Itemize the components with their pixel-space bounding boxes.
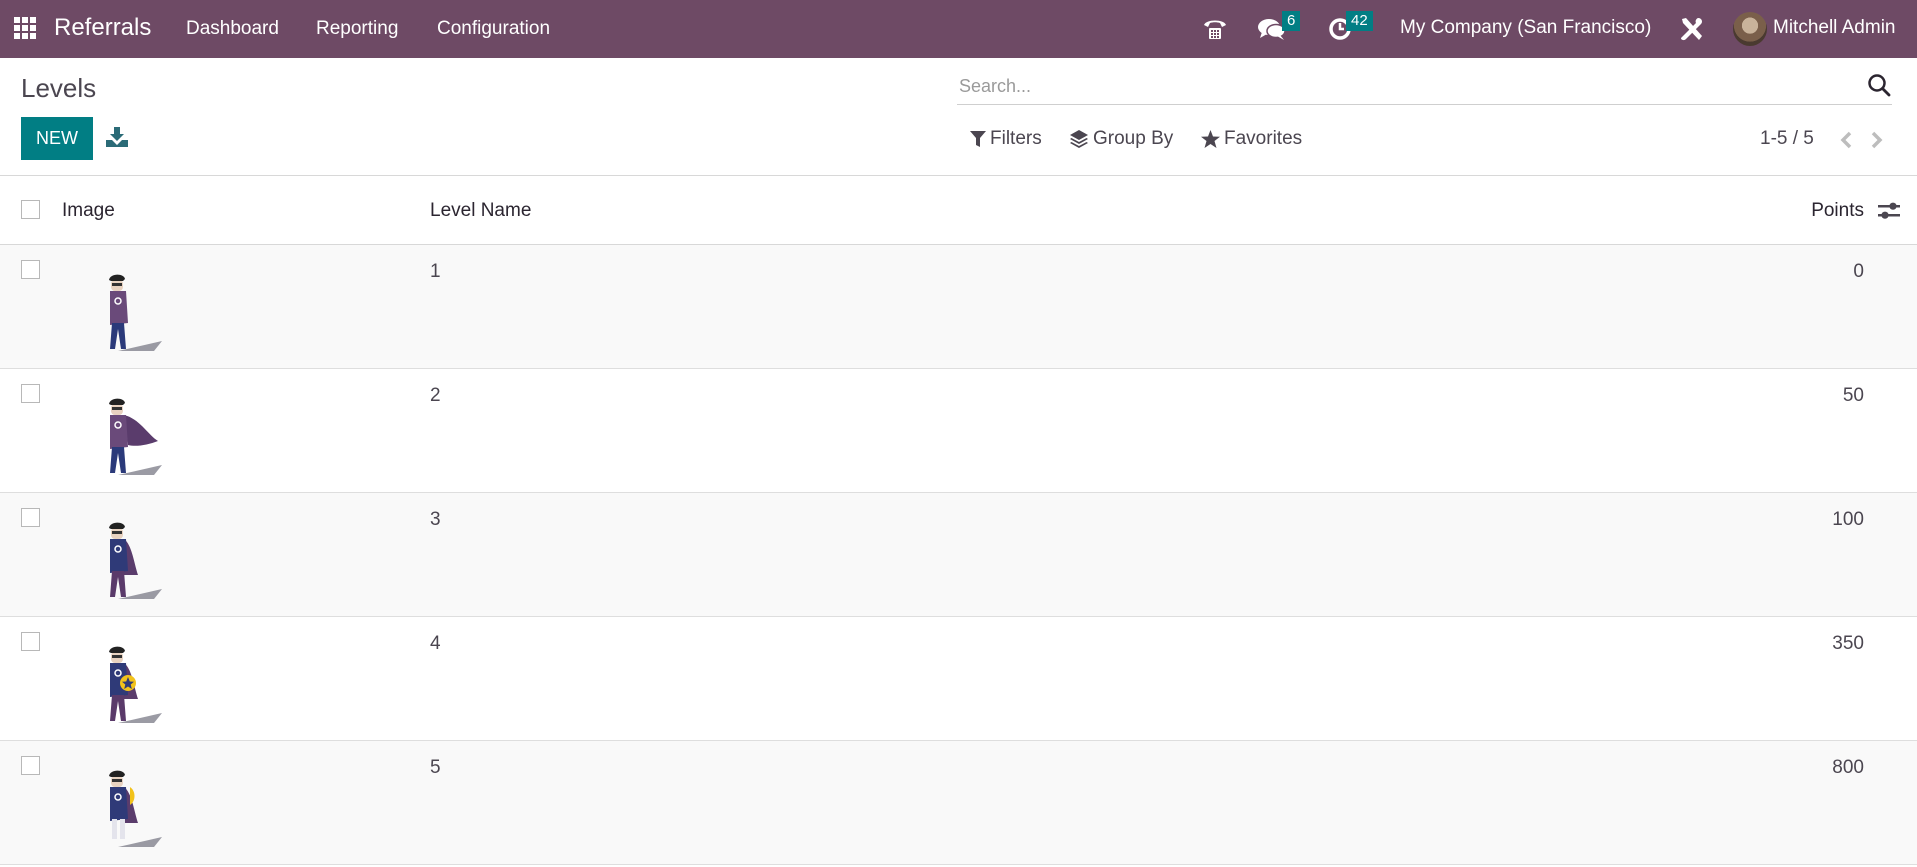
level-name-cell: 5 [430,757,441,778]
table-row[interactable]: 4 350 [0,617,1917,741]
group-by-button[interactable]: Group By [1069,128,1173,150]
hero-level-4-image [90,643,180,737]
optional-columns-icon[interactable] [1877,200,1901,222]
phone-icon [1204,20,1226,39]
chevron-right-icon [1871,131,1883,149]
layers-icon [1070,130,1088,148]
hero-level-2-image [90,395,180,489]
user-avatar[interactable] [1733,12,1767,46]
search-bar [957,68,1892,105]
table-row[interactable]: 5 800 [0,741,1917,865]
column-header-points[interactable]: Points [1811,200,1864,222]
filter-icon [970,131,986,147]
favorites-button[interactable]: Favorites [1201,128,1302,150]
pager-value[interactable]: 1-5 / 5 [1760,128,1814,150]
new-button[interactable]: NEW [21,117,93,160]
favorites-label: Favorites [1224,128,1303,149]
table-header: Image Level Name Points [0,175,1917,245]
select-all-checkbox[interactable] [21,200,40,219]
points-cell: 50 [1842,385,1864,406]
column-header-image[interactable]: Image [62,200,115,222]
table-row[interactable]: 2 50 [0,369,1917,493]
messages-count-badge: 6 [1282,11,1301,31]
company-switcher[interactable]: My Company (San Francisco) [1400,17,1651,39]
level-name-cell: 3 [430,509,441,530]
filters-button[interactable]: Filters [970,128,1042,150]
tools-icon [1681,18,1702,41]
table-body: 1 0 2 50 3 100 4 350 5 800 [0,245,1917,865]
list-table: Image Level Name Points 1 0 2 50 3 100 4… [0,175,1917,865]
row-checkbox[interactable] [21,508,40,527]
top-navbar: Referrals Dashboard Reporting Configurat… [0,0,1917,58]
column-header-level-name[interactable]: Level Name [430,200,531,222]
points-cell: 100 [1832,509,1864,530]
pager-next-button[interactable] [1866,128,1888,152]
group-by-label: Group By [1093,128,1174,149]
activities-count-badge: 42 [1346,11,1373,31]
menu-dashboard[interactable]: Dashboard [186,18,279,40]
filters-label: Filters [990,128,1042,149]
points-cell: 350 [1832,633,1864,654]
debug-tools-button[interactable] [1677,0,1705,58]
hero-level-3-image [90,519,180,613]
table-row[interactable]: 1 0 [0,245,1917,369]
row-checkbox[interactable] [21,260,40,279]
phone-button[interactable] [1202,0,1230,58]
download-icon [106,126,128,147]
star-icon [1201,130,1220,148]
points-cell: 800 [1832,757,1864,778]
hero-level-1-image [90,271,180,365]
menu-configuration[interactable]: Configuration [437,18,550,40]
search-input[interactable] [959,72,1839,100]
app-name[interactable]: Referrals [54,14,151,42]
row-checkbox[interactable] [21,384,40,403]
row-checkbox[interactable] [21,632,40,651]
pager-previous-button[interactable] [1835,128,1857,152]
chevron-left-icon [1840,131,1852,149]
user-menu[interactable]: Mitchell Admin [1773,17,1896,39]
messages-button[interactable]: 6 [1257,0,1317,58]
apps-grid-icon[interactable] [14,17,36,39]
level-name-cell: 2 [430,385,441,406]
table-row[interactable]: 3 100 [0,493,1917,617]
row-checkbox[interactable] [21,756,40,775]
hero-level-5-image [90,767,180,861]
level-name-cell: 4 [430,633,441,654]
search-icon[interactable] [1866,72,1892,98]
activities-button[interactable]: 42 [1328,0,1398,58]
download-button[interactable] [104,126,130,150]
points-cell: 0 [1853,261,1864,282]
menu-reporting[interactable]: Reporting [316,18,398,40]
level-name-cell: 1 [430,261,441,282]
page-title: Levels [21,73,97,103]
